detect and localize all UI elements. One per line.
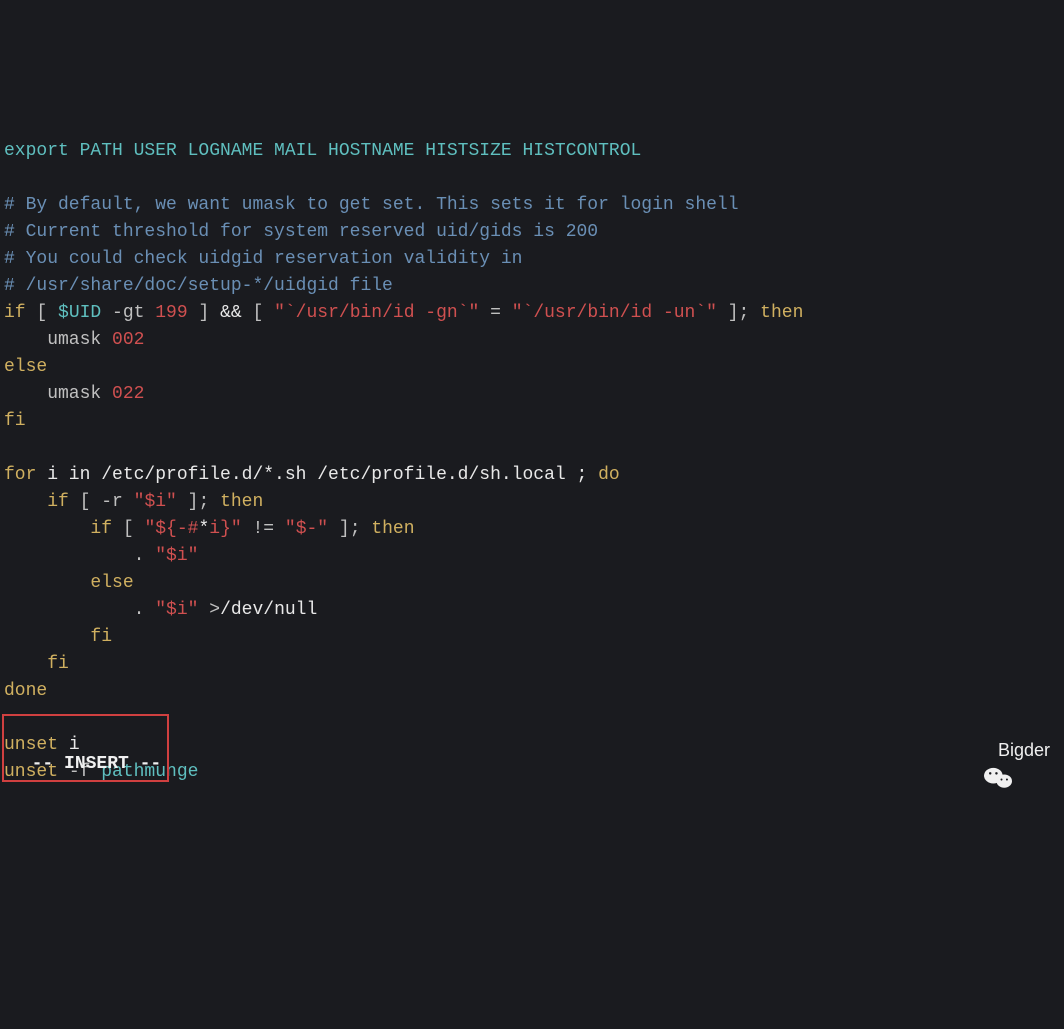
keyword-then: then — [760, 303, 803, 323]
keyword-for: for — [4, 465, 36, 485]
number: 199 — [155, 303, 187, 323]
cmd-umask: umask — [4, 330, 112, 350]
indent — [4, 573, 90, 593]
keyword-done: done — [4, 681, 47, 701]
string: "`/usr/bin/id -gn`" — [274, 303, 479, 323]
bracket: [ -r — [69, 492, 134, 512]
string: "${-# — [144, 519, 198, 539]
var-uid: $UID — [58, 303, 101, 323]
keyword-fi: fi — [4, 411, 26, 431]
redirect: > — [198, 600, 220, 620]
operator: != — [242, 519, 285, 539]
bracket: [ — [242, 303, 274, 323]
bracket: ]; — [717, 303, 760, 323]
devnull: /dev/null — [220, 600, 317, 620]
vim-mode-indicator: -- INSERT -- — [2, 714, 169, 782]
glob: * — [198, 519, 209, 539]
operator: = — [479, 303, 511, 323]
number: 002 — [112, 330, 144, 350]
comment-line: # You could check uidgid reservation val… — [4, 249, 522, 269]
bracket: ]; — [177, 492, 220, 512]
vars-list: PATH USER LOGNAME MAIL HOSTNAME HISTSIZE… — [69, 141, 642, 161]
for-body: i in /etc/profile.d/*.sh /etc/profile.d/… — [36, 465, 598, 485]
keyword-fi: fi — [90, 627, 112, 647]
indent — [4, 654, 47, 674]
comment-line: # /usr/share/doc/setup-*/uidgid file — [4, 276, 393, 296]
indent — [4, 627, 90, 647]
cmd-umask: umask — [4, 384, 112, 404]
operator-and: && — [220, 303, 242, 323]
keyword-if: if — [4, 303, 26, 323]
comment-line: # Current threshold for system reserved … — [4, 222, 598, 242]
keyword-export: export — [4, 141, 69, 161]
bracket: [ — [26, 303, 58, 323]
keyword-else: else — [90, 573, 133, 593]
mode-text: -- INSERT -- — [32, 754, 162, 774]
watermark-text: Bigder — [998, 737, 1050, 764]
bracket: ]; — [328, 519, 371, 539]
string: "$i" — [155, 546, 198, 566]
keyword-then: then — [220, 492, 263, 512]
keyword-do: do — [598, 465, 620, 485]
indent — [4, 492, 47, 512]
number: 022 — [112, 384, 144, 404]
keyword-if: if — [47, 492, 69, 512]
keyword-then: then — [371, 519, 414, 539]
bracket: [ — [112, 519, 144, 539]
string: "`/usr/bin/id -un`" — [512, 303, 717, 323]
operator: -gt — [101, 303, 155, 323]
indent — [4, 519, 90, 539]
cmd-source: . — [4, 600, 155, 620]
wechat-icon — [964, 739, 992, 763]
keyword-fi: fi — [47, 654, 69, 674]
string: "$-" — [285, 519, 328, 539]
bracket: ] — [188, 303, 220, 323]
string: "$i" — [155, 600, 198, 620]
comment-line: # By default, we want umask to get set. … — [4, 195, 739, 215]
keyword-else: else — [4, 357, 47, 377]
string: i}" — [209, 519, 241, 539]
cmd-source: . — [4, 546, 155, 566]
watermark: Bigder — [964, 737, 1050, 764]
editor-content[interactable]: export PATH USER LOGNAME MAIL HOSTNAME H… — [0, 138, 1064, 786]
keyword-if: if — [90, 519, 112, 539]
string: "$i" — [134, 492, 177, 512]
